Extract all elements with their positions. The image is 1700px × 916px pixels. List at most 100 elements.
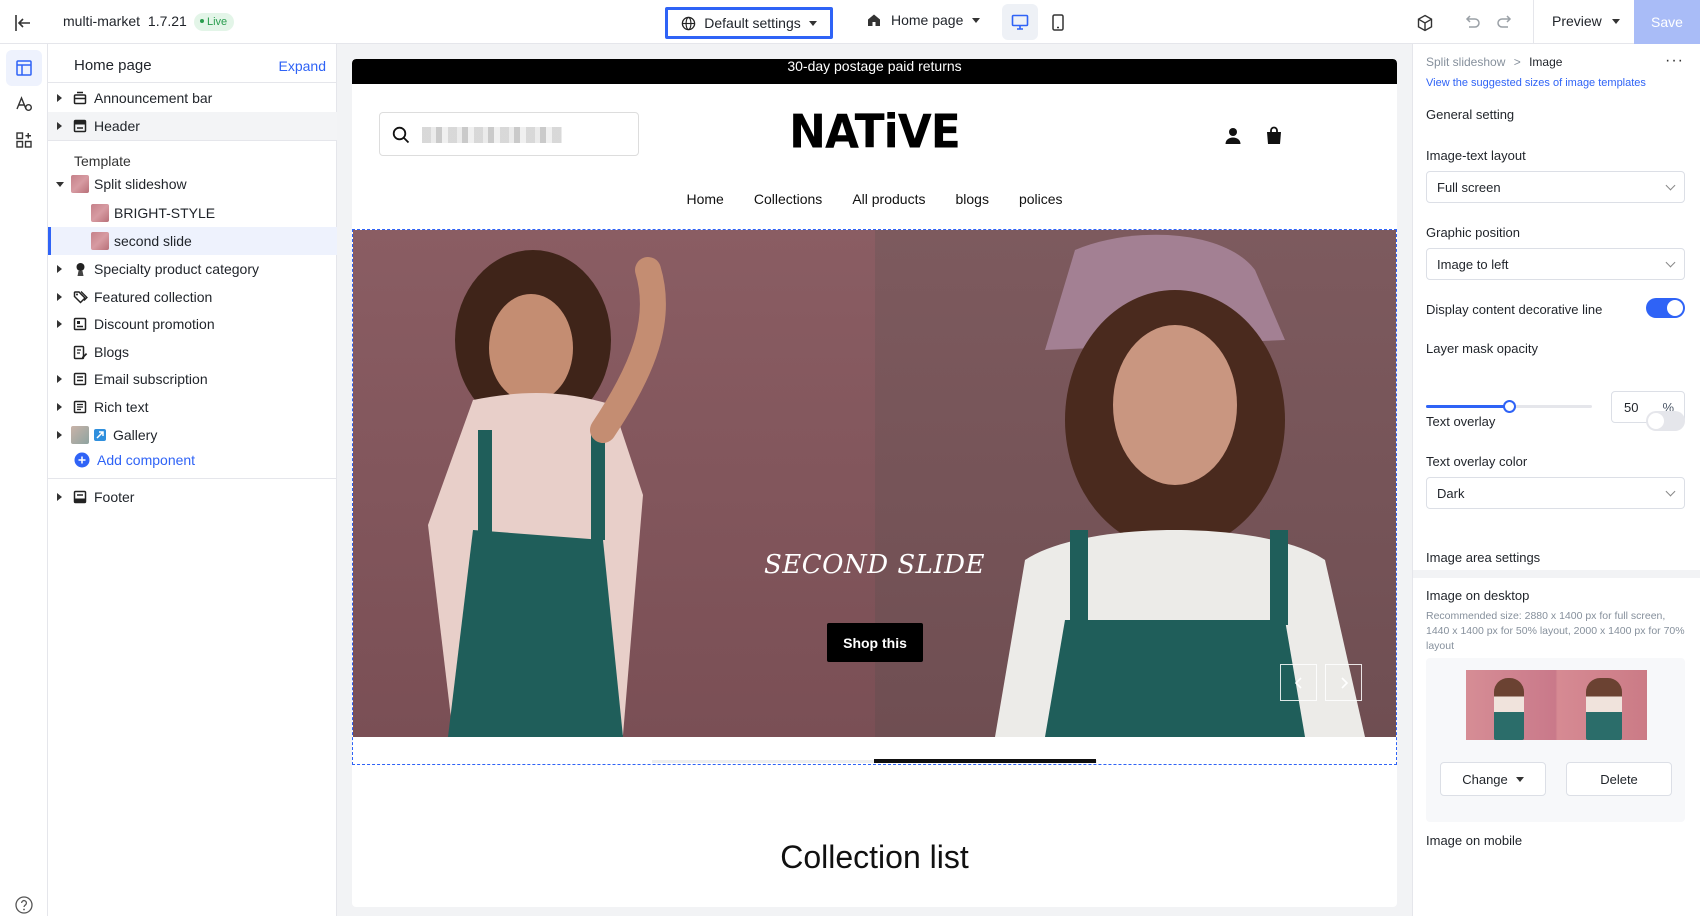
- nav-all-products[interactable]: All products: [852, 191, 925, 207]
- change-image-button[interactable]: Change: [1440, 762, 1546, 796]
- layer-label: Discount promotion: [94, 316, 215, 332]
- graphic-position-select[interactable]: Image to left: [1426, 248, 1685, 280]
- exit-editor-icon[interactable]: [12, 12, 34, 34]
- desktop-recommendation: Recommended size: 2880 x 1400 px for ful…: [1426, 610, 1685, 652]
- nav-blogs[interactable]: blogs: [955, 191, 988, 207]
- undo-icon[interactable]: [1461, 12, 1483, 34]
- expand-arrow-icon[interactable]: [57, 403, 62, 411]
- nav-polices[interactable]: polices: [1019, 191, 1063, 207]
- mobile-icon: [1052, 13, 1064, 31]
- chevron-down-icon: [1665, 257, 1676, 268]
- layer-announcement-bar[interactable]: Announcement bar: [48, 84, 337, 112]
- announcement-bar[interactable]: 30-day postage paid returns: [352, 59, 1397, 84]
- expand-arrow-icon[interactable]: [57, 265, 62, 273]
- layer-blogs[interactable]: Blogs: [48, 338, 337, 366]
- apps-tab[interactable]: [6, 122, 42, 158]
- layer-slide-bright-style[interactable]: BRIGHT-STYLE: [48, 199, 337, 227]
- overlay-color-value: Dark: [1437, 486, 1465, 501]
- breadcrumb-parent[interactable]: Split slideshow: [1426, 55, 1505, 69]
- layout-select[interactable]: Full screen: [1426, 171, 1685, 203]
- preview-button[interactable]: Preview: [1552, 13, 1620, 29]
- layer-label: Header: [94, 118, 140, 134]
- layer-mask-opacity-label: Layer mask opacity: [1426, 341, 1538, 356]
- page-select-dropdown[interactable]: Home page: [866, 12, 981, 28]
- image-desktop-label: Image on desktop: [1426, 588, 1530, 603]
- layer-footer[interactable]: Footer: [48, 483, 337, 511]
- expand-arrow-icon[interactable]: [57, 493, 62, 501]
- layer-slide-second-slide[interactable]: second slide: [48, 227, 337, 255]
- toolbar-divider: [1533, 0, 1534, 44]
- help-icon[interactable]: [14, 895, 34, 915]
- suggested-sizes-link[interactable]: View the suggested sizes of image templa…: [1426, 77, 1646, 89]
- layer-rich-text[interactable]: Rich text: [48, 393, 337, 421]
- expand-arrow-icon[interactable]: [57, 94, 62, 102]
- opacity-value: 50: [1624, 400, 1639, 415]
- text-overlay-toggle[interactable]: [1646, 411, 1685, 431]
- caret-down-icon: [972, 17, 981, 23]
- opacity-slider[interactable]: [1426, 400, 1592, 413]
- app-name: multi-market 1.7.21: [63, 13, 187, 29]
- layer-header[interactable]: Header: [48, 112, 337, 140]
- expand-link[interactable]: Expand: [279, 58, 326, 74]
- breadcrumb: Split slideshow > Image: [1426, 55, 1562, 69]
- default-settings-dropdown[interactable]: Default settings: [665, 7, 833, 39]
- desktop-image-preview[interactable]: [1466, 670, 1647, 740]
- graphic-position-label: Graphic position: [1426, 225, 1520, 240]
- account-icon[interactable]: [1222, 125, 1244, 147]
- layer-discount-promotion[interactable]: Discount promotion: [48, 310, 337, 338]
- layer-email-subscription[interactable]: Email subscription: [48, 365, 337, 393]
- expand-arrow-icon[interactable]: [57, 122, 62, 130]
- collection-list-title[interactable]: Collection list: [352, 839, 1397, 876]
- mobile-view-button[interactable]: [1040, 4, 1076, 40]
- overlay-color-label: Text overlay color: [1426, 454, 1528, 469]
- cart-bag-icon[interactable]: [1263, 125, 1285, 147]
- opacity-slider-fill: [1426, 405, 1509, 408]
- layer-split-slideshow[interactable]: Split slideshow: [48, 170, 337, 198]
- overlay-color-select[interactable]: Dark: [1426, 477, 1685, 509]
- layers-tab[interactable]: [6, 50, 42, 86]
- breadcrumb-current: Image: [1529, 55, 1563, 69]
- layer-specialty-product-category[interactable]: Specialty product category: [48, 255, 337, 283]
- expand-arrow-icon[interactable]: [57, 293, 62, 301]
- nav-home[interactable]: Home: [686, 191, 723, 207]
- add-component-button[interactable]: Add component: [74, 452, 195, 468]
- theme-styles-tab[interactable]: [6, 86, 42, 122]
- announcement-icon: [72, 90, 88, 106]
- breadcrumb-separator: >: [1513, 55, 1521, 69]
- model-figure-left: [1494, 678, 1524, 740]
- expand-arrow-icon[interactable]: [57, 320, 62, 328]
- selection-indicator: [48, 227, 51, 255]
- decorative-line-toggle[interactable]: [1646, 298, 1685, 318]
- divider: [48, 82, 337, 83]
- collapse-arrow-icon[interactable]: [56, 181, 64, 187]
- layer-featured-collection[interactable]: Featured collection: [48, 283, 337, 311]
- expand-arrow-icon[interactable]: [57, 375, 62, 383]
- cube-icon[interactable]: [1414, 12, 1436, 34]
- caret-down-icon: [1515, 776, 1524, 782]
- app-name-text: multi-market: [63, 13, 141, 29]
- more-options-icon[interactable]: ···: [1665, 52, 1684, 70]
- desktop-icon: [1011, 14, 1029, 30]
- save-button[interactable]: Save: [1634, 0, 1700, 44]
- layer-label: BRIGHT-STYLE: [114, 205, 216, 221]
- opacity-slider-handle[interactable]: [1503, 400, 1516, 413]
- decorative-line-label: Display content decorative line: [1426, 302, 1603, 317]
- redo-icon[interactable]: [1494, 12, 1516, 34]
- footer-icon: [72, 489, 88, 505]
- desktop-view-button[interactable]: [1002, 4, 1038, 40]
- header-icon: [72, 118, 88, 134]
- image-mobile-label: Image on mobile: [1426, 833, 1523, 848]
- delete-image-button[interactable]: Delete: [1566, 762, 1672, 796]
- toggle-knob: [1648, 413, 1664, 429]
- expand-arrow-icon[interactable]: [57, 431, 62, 439]
- layer-label: Featured collection: [94, 289, 213, 305]
- store-preview[interactable]: 30-day postage paid returns NATiVE Home …: [352, 59, 1397, 907]
- layer-gallery[interactable]: Gallery: [48, 421, 337, 449]
- live-badge: Live: [194, 13, 235, 31]
- caret-down-icon: [808, 20, 817, 26]
- typography-icon: [16, 96, 32, 111]
- layer-label: Rich text: [94, 399, 149, 415]
- nav-collections[interactable]: Collections: [754, 191, 822, 207]
- layer-label: Footer: [94, 489, 135, 505]
- chevron-down-icon: [1665, 486, 1676, 497]
